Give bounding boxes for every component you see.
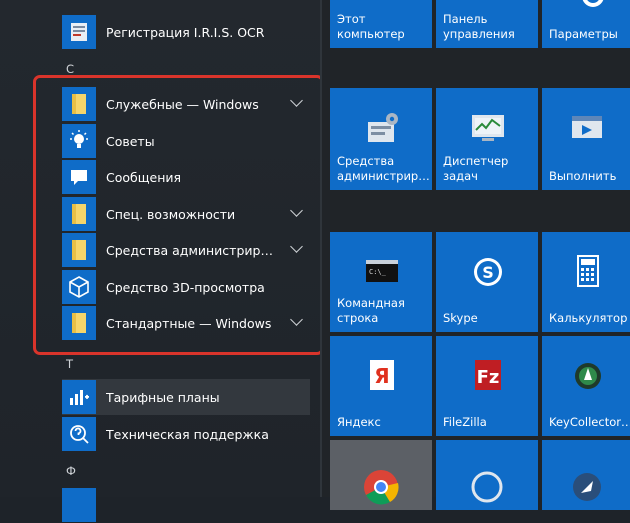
calculator-icon — [577, 255, 599, 287]
tile-app-partial-2[interactable] — [436, 440, 538, 510]
tile-label: Этот компьютер — [337, 12, 405, 41]
skype-icon: S — [474, 258, 502, 286]
tile-calculator[interactable]: Калькулятор — [542, 232, 630, 332]
app-list: Регистрация I.R.I.S. OCR С Служебные — W… — [0, 0, 324, 522]
app-item-partial[interactable] — [62, 487, 322, 523]
tile-keycollector[interactable]: KeyCollector… — [542, 336, 630, 436]
group-letter-t[interactable]: Т — [66, 357, 73, 371]
app-item-label: Регистрация I.R.I.S. OCR — [106, 24, 265, 40]
group-letter-f[interactable]: Ф — [66, 464, 76, 478]
task-manager-icon — [472, 115, 504, 141]
tile-skype[interactable]: S Skype — [436, 232, 538, 332]
app-icon — [471, 471, 503, 503]
tile-label: Панель управления — [443, 12, 515, 41]
support-icon — [62, 417, 96, 451]
group-letter-c[interactable]: С — [66, 62, 74, 76]
tile-label: FileZilla — [443, 415, 487, 429]
app-item-tech-support[interactable]: Техническая поддержка — [62, 416, 322, 452]
tile-yandex[interactable]: Я Яндекс — [330, 336, 432, 436]
app-item-iris-ocr[interactable]: Регистрация I.R.I.S. OCR — [62, 14, 322, 50]
tile-command-prompt[interactable]: C:\_ Командная строка — [330, 232, 432, 332]
svg-text:S: S — [482, 263, 494, 282]
command-prompt-icon: C:\_ — [366, 260, 398, 282]
tile-chrome[interactable] — [330, 440, 432, 510]
tile-app-partial-3[interactable] — [542, 440, 630, 510]
filezilla-icon: Fz — [475, 360, 501, 390]
svg-text:Я: Я — [374, 364, 389, 388]
keycollector-icon — [575, 363, 601, 389]
tile-label: Командная строка — [337, 296, 405, 325]
rocket-icon — [573, 473, 601, 501]
ocr-registration-icon — [62, 15, 96, 49]
highlight-frame — [33, 75, 324, 355]
gear-icon — [582, 0, 604, 7]
admin-tools-icon — [368, 113, 398, 142]
tile-label: Выполнить — [549, 169, 617, 183]
tile-label: Яндекс — [337, 415, 381, 429]
tile-admin-tools[interactable]: Средства администрир… — [330, 88, 432, 190]
tile-settings[interactable]: Параметры — [542, 0, 630, 48]
tile-label: Калькулятор — [549, 311, 628, 325]
tile-label: Диспетчер задач — [443, 154, 509, 183]
chrome-icon — [364, 470, 399, 505]
app-item-tariff-plans[interactable]: Тарифные планы — [62, 379, 310, 415]
tile-label: Параметры — [549, 27, 618, 41]
tile-label: Средства администрир… — [337, 154, 430, 183]
tiles-area: Этот компьютер Панель управления Парамет… — [322, 0, 630, 510]
tile-this-computer[interactable]: Этот компьютер — [330, 0, 432, 48]
tile-label: Skype — [443, 311, 478, 325]
app-item-label: Техническая поддержка — [106, 426, 269, 442]
app-item-label: Тарифные планы — [106, 389, 220, 405]
tariff-plans-icon — [62, 380, 96, 414]
run-icon — [572, 116, 602, 138]
svg-text:C:\_: C:\_ — [369, 268, 387, 276]
svg-text:Fz: Fz — [477, 367, 500, 388]
tile-task-manager[interactable]: Диспетчер задач — [436, 88, 538, 190]
tile-label: KeyCollector… — [549, 415, 630, 429]
yandex-icon: Я — [370, 360, 394, 390]
app-icon — [62, 488, 96, 522]
tile-control-panel[interactable]: Панель управления — [436, 0, 538, 48]
tile-run[interactable]: Выполнить — [542, 88, 630, 190]
tile-filezilla[interactable]: Fz FileZilla — [436, 336, 538, 436]
